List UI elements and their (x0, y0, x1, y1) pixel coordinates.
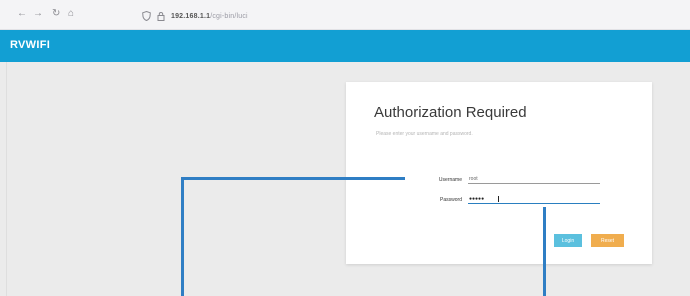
lock-icon (157, 11, 165, 21)
callout-line-username-horizontal (181, 177, 405, 180)
password-label: Password (440, 197, 462, 203)
callout-line-password (543, 207, 546, 296)
url-text: 192.168.1.1/cgi-bin/luci (171, 13, 248, 20)
username-input[interactable] (468, 175, 600, 184)
login-button[interactable]: Login (554, 234, 582, 247)
reload-icon[interactable]: ↻ (52, 8, 60, 20)
brand-title[interactable]: RVWIFI (10, 39, 50, 51)
back-icon[interactable]: ← (17, 8, 27, 20)
browser-toolbar: ← → ↻ ⌂ 192.168.1.1/cgi-bin/luci (0, 0, 690, 30)
home-icon[interactable]: ⌂ (68, 8, 74, 20)
url-host: 192.168.1.1 (171, 12, 211, 20)
page-title: Authorization Required (374, 104, 527, 121)
login-instructions: Please enter your username and password. (376, 131, 473, 137)
url-path: /cgi-bin/luci (210, 12, 248, 20)
text-cursor (498, 196, 499, 202)
forward-icon[interactable]: → (33, 8, 43, 20)
reset-button[interactable]: Reset (591, 234, 624, 247)
callout-line-username-vertical (181, 177, 184, 296)
content-divider (6, 62, 7, 296)
app-header: RVWIFI (0, 30, 690, 62)
password-input[interactable] (468, 195, 600, 204)
username-label: Username (438, 177, 462, 183)
address-bar[interactable]: 192.168.1.1/cgi-bin/luci (142, 10, 248, 22)
shield-icon (142, 11, 151, 21)
login-card: Authorization Required Please enter your… (346, 82, 652, 264)
